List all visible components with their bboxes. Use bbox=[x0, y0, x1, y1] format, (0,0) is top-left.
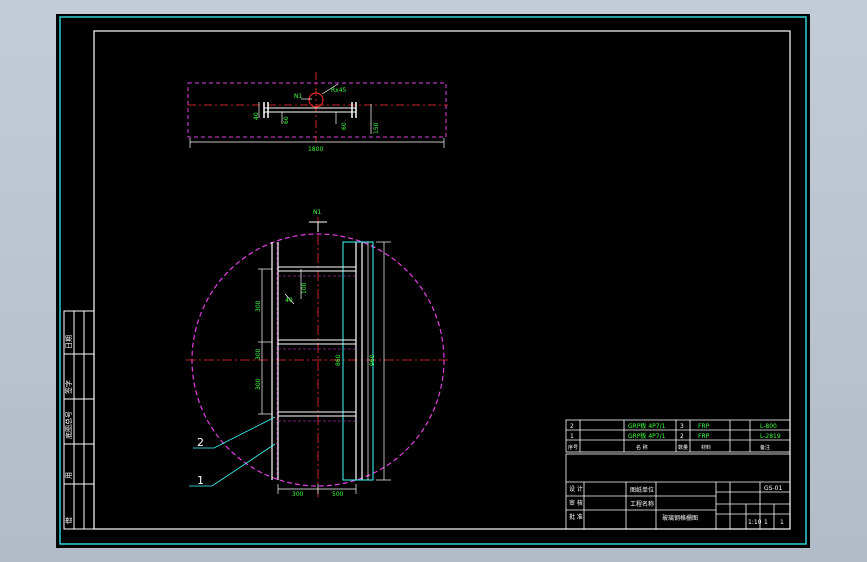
title-label-review: 审 核 bbox=[569, 499, 583, 507]
drawing-canvas: 借 用 底图总号 签字 日期 N1 Rx45 40 60 60 150 1800… bbox=[56, 14, 810, 548]
part-2-note: L-800 bbox=[760, 423, 777, 430]
leader-2 bbox=[193, 416, 276, 449]
title-drawing-no: GS-01 bbox=[764, 485, 782, 492]
header-qty: 数量 bbox=[678, 444, 688, 451]
side-label-2: 用 bbox=[65, 472, 73, 479]
leader-label-2: 2 bbox=[197, 436, 204, 449]
part-2-name: GRP板 4P7/1 bbox=[628, 422, 666, 430]
header-name: 名 称 bbox=[636, 444, 648, 451]
side-label-1: 借 bbox=[64, 517, 73, 524]
title-company: 图纸单位 bbox=[630, 486, 654, 494]
part-1-no: 1 bbox=[570, 433, 574, 440]
part-2-no: 2 bbox=[570, 423, 574, 430]
section-bottom-dim-1: 300 bbox=[292, 491, 304, 498]
part-1-name: GRP板 4P7/1 bbox=[628, 432, 666, 440]
outer-frame bbox=[59, 16, 807, 545]
section-dim-angle: 40 bbox=[285, 297, 293, 304]
section-dim-small: 100 bbox=[301, 282, 308, 294]
section-top-label: N1 bbox=[313, 209, 321, 216]
plan-dim-2: 60 bbox=[283, 116, 290, 124]
section-dim-total: 960 bbox=[369, 354, 376, 366]
side-label-3: 底图总号 bbox=[64, 411, 73, 439]
section-bottom-dim-2: 500 bbox=[332, 491, 344, 498]
plan-angle-label: Rx45 bbox=[331, 87, 347, 94]
title-sheets: 1 bbox=[780, 519, 784, 526]
section-view bbox=[186, 217, 450, 498]
title-project: 工程名称 bbox=[630, 500, 654, 508]
plan-dim-4: 150 bbox=[373, 122, 380, 134]
title-label-approve: 批 准 bbox=[569, 513, 583, 521]
title-drawing: 玻璃钢格栅图 bbox=[662, 514, 698, 522]
plan-view bbox=[187, 72, 448, 148]
plan-total-width: 1800 bbox=[308, 146, 323, 153]
side-label-5: 日期 bbox=[65, 335, 73, 349]
section-dim-1: 300 bbox=[255, 300, 262, 312]
section-dim-inner: 860 bbox=[335, 354, 342, 366]
title-sheet: 1 bbox=[764, 519, 768, 526]
part-1-mat: FRP bbox=[698, 433, 710, 440]
header-no: 序号 bbox=[568, 444, 578, 451]
part-2-mat: FRP bbox=[698, 423, 710, 430]
plan-dim-1: 40 bbox=[253, 112, 260, 120]
section-dim-2: 300 bbox=[255, 348, 262, 360]
part-1-qty: 2 bbox=[680, 433, 684, 440]
leader-label-1: 1 bbox=[197, 474, 204, 487]
side-label-4: 签字 bbox=[64, 380, 73, 394]
title-label-design: 设 计 bbox=[569, 485, 583, 493]
part-1-note: L-2819 bbox=[760, 433, 781, 440]
part-2-qty: 3 bbox=[680, 423, 684, 430]
section-dim-3: 300 bbox=[255, 378, 262, 390]
plan-dim-3: 60 bbox=[341, 122, 348, 130]
title-scale: 1:10 bbox=[748, 519, 762, 526]
header-mat: 材料 bbox=[701, 444, 711, 451]
cad-drawing: 借 用 底图总号 签字 日期 N1 Rx45 40 60 60 150 1800… bbox=[59, 16, 807, 545]
plan-top-label: N1 bbox=[294, 93, 302, 100]
header-note: 备注 bbox=[760, 444, 770, 451]
